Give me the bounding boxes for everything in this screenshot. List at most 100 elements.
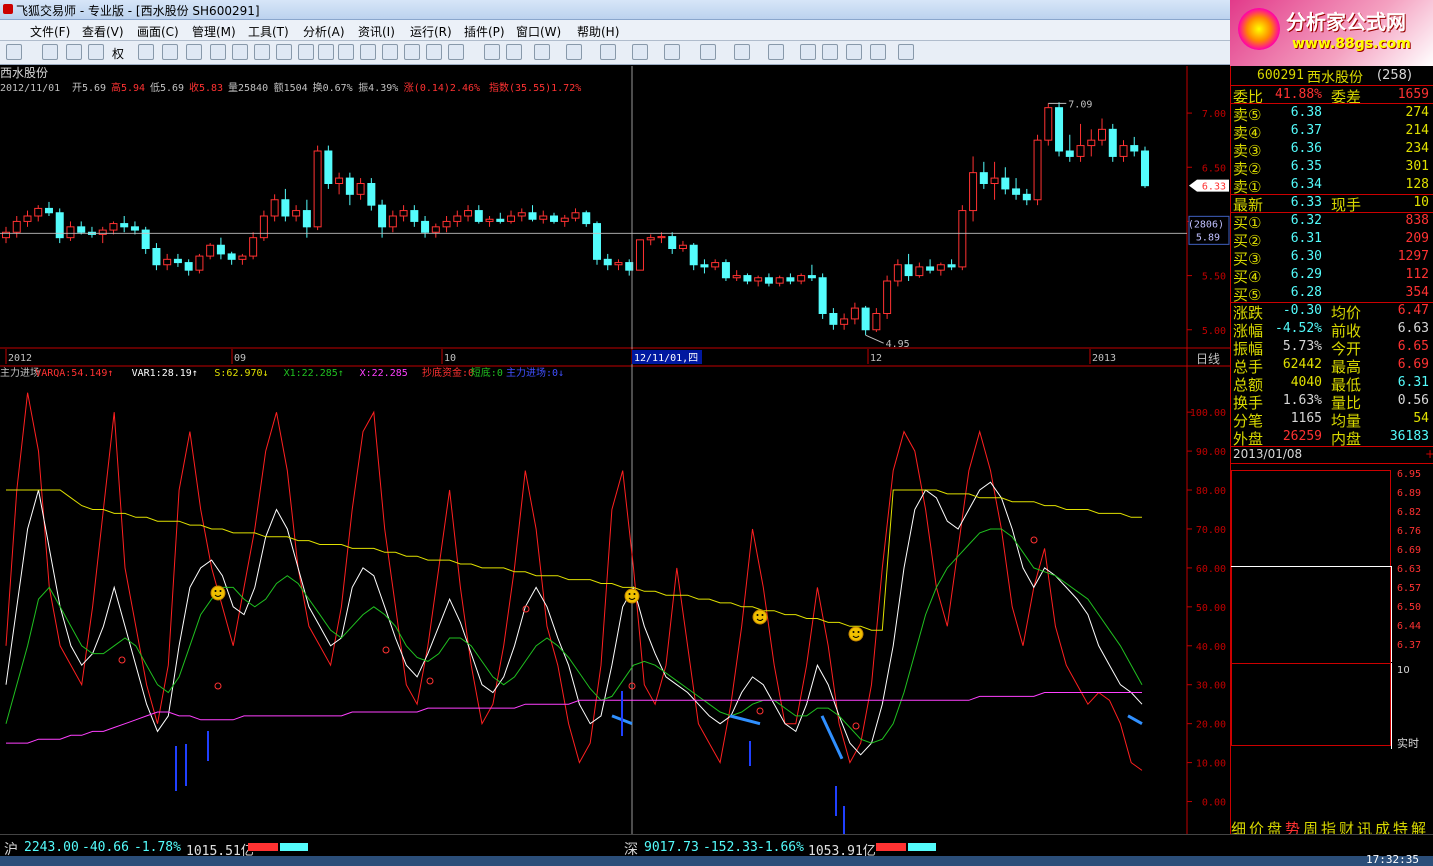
candle-body — [990, 177, 999, 185]
sz-updown-bar-down — [908, 843, 936, 851]
btn-b-icon[interactable] — [162, 44, 178, 60]
btn-f-icon[interactable] — [254, 44, 270, 60]
btn-e-icon[interactable] — [232, 44, 248, 60]
erase-icon[interactable] — [846, 44, 862, 60]
buy-1-value: 6.32 — [1290, 213, 1322, 228]
sell-4-value: 6.37 — [1290, 123, 1322, 138]
smiley-eye — [628, 593, 631, 595]
stat-1-value2: 6.63 — [1397, 321, 1429, 336]
btn-h-icon[interactable] — [298, 44, 314, 60]
btn-g-icon[interactable] — [276, 44, 292, 60]
mini-expand-icon[interactable]: + — [1425, 447, 1433, 461]
grid-a-icon[interactable] — [338, 44, 354, 60]
candle-body — [947, 264, 956, 268]
chaodi-marker — [214, 682, 222, 690]
candle-body — [302, 210, 311, 228]
info-field-3: 低5.69 — [150, 81, 184, 94]
window-title: 飞狐交易师 - 专业版 - [西水股份 SH600291] — [16, 4, 260, 18]
plus-icon[interactable] — [66, 44, 82, 60]
smiley-icon — [752, 609, 768, 625]
grid-b-icon[interactable] — [360, 44, 376, 60]
buy-4-value2: 112 — [1405, 267, 1429, 282]
btn-i-icon[interactable] — [318, 44, 334, 60]
menu-item-4[interactable]: 工具(T) — [248, 23, 289, 40]
mini-vol-label: 10 — [1397, 665, 1410, 676]
quan-button[interactable]: 权 — [112, 45, 124, 62]
save-icon[interactable] — [898, 44, 914, 60]
menu-item-2[interactable]: 画面(C) — [137, 23, 179, 40]
candle-body — [485, 218, 494, 222]
smiley-eye — [633, 593, 636, 595]
home-icon[interactable] — [6, 44, 22, 60]
angle-icon[interactable] — [632, 44, 648, 60]
info-field-8: 振4.39% — [358, 81, 398, 94]
chaodi-marker — [382, 646, 390, 654]
stat-7-value2: 36183 — [1389, 429, 1429, 444]
candle-body — [904, 264, 913, 277]
candle-body — [711, 262, 720, 268]
candle-body — [431, 226, 440, 233]
clock: 17:32:35 — [1366, 853, 1419, 866]
buy-2-value2: 209 — [1405, 231, 1429, 246]
candle-body — [936, 264, 945, 271]
min-label: 4.95 — [886, 339, 910, 350]
grid-f-icon[interactable] — [448, 44, 464, 60]
menu-item-0[interactable]: 文件(F) — [30, 23, 70, 40]
rect-icon[interactable] — [700, 44, 716, 60]
menu-item-5[interactable]: 分析(A) — [303, 23, 345, 40]
menu-item-7[interactable]: 运行(R) — [410, 23, 452, 40]
candle-body — [958, 210, 967, 268]
date-label-4: 12 — [870, 353, 882, 364]
stat-0-value: -0.30 — [1282, 303, 1322, 318]
candle-body — [1033, 139, 1042, 201]
menu-item-9[interactable]: 窗口(W) — [516, 23, 561, 40]
chaodi-marker — [852, 722, 860, 730]
cursor-icon[interactable] — [484, 44, 500, 60]
text-icon[interactable] — [768, 44, 784, 60]
sell-4-value2: 214 — [1405, 123, 1429, 138]
menu-item-6[interactable]: 资讯(I) — [358, 23, 395, 40]
stat-3-value2: 6.69 — [1397, 357, 1429, 372]
btn-c-icon[interactable] — [186, 44, 202, 60]
vline-icon[interactable] — [566, 44, 582, 60]
candle-body — [388, 215, 397, 228]
pen-icon[interactable] — [822, 44, 838, 60]
candle-body — [34, 207, 43, 217]
color-icon[interactable] — [870, 44, 886, 60]
ellipse-icon[interactable] — [734, 44, 750, 60]
parallel-icon[interactable] — [664, 44, 680, 60]
sell-5-value: 6.38 — [1290, 105, 1322, 120]
candle-body — [1001, 177, 1010, 190]
smiley-eye — [756, 614, 759, 616]
menu-item-3[interactable]: 管理(M) — [192, 23, 236, 40]
menu-item-8[interactable]: 插件(P) — [464, 23, 505, 40]
candle-body — [421, 220, 430, 233]
fan-icon[interactable] — [600, 44, 616, 60]
grid-e-icon[interactable] — [426, 44, 442, 60]
chart-area[interactable]: 西水股份 2012/11/01 开5.69 高5.94 低5.69 收5.83 量25840… — [0, 66, 1230, 834]
btn-d-icon[interactable] — [210, 44, 226, 60]
grid-d-icon[interactable] — [404, 44, 420, 60]
line-tool-icon[interactable] — [506, 44, 522, 60]
info-field-9: 涨(0.14)2.46% — [404, 82, 480, 94]
stock-name: 西水股份 — [0, 66, 48, 80]
candle-body — [979, 172, 988, 184]
menu-item-10[interactable]: 帮助(H) — [577, 23, 619, 40]
minus-icon[interactable] — [88, 44, 104, 60]
candle-body — [345, 177, 354, 195]
rsi-icon[interactable] — [42, 44, 58, 60]
ind-tick-label: 10.00 — [1196, 759, 1226, 770]
candle-body — [1141, 150, 1149, 187]
series-var1 — [5, 481, 1143, 756]
btn-a-icon[interactable] — [138, 44, 154, 60]
candle-body — [313, 150, 322, 228]
stat-7-value: 26259 — [1282, 429, 1322, 444]
menu-item-1[interactable]: 查看(V) — [82, 23, 124, 40]
candle-body — [872, 313, 881, 331]
site-logo: 分析家公式网 www.88gs.com — [1230, 0, 1433, 66]
hline-icon[interactable] — [534, 44, 550, 60]
stat-4-value: 4040 — [1290, 375, 1322, 390]
copy-icon[interactable] — [800, 44, 816, 60]
grid-c-icon[interactable] — [382, 44, 398, 60]
smiley-eye — [857, 631, 860, 633]
